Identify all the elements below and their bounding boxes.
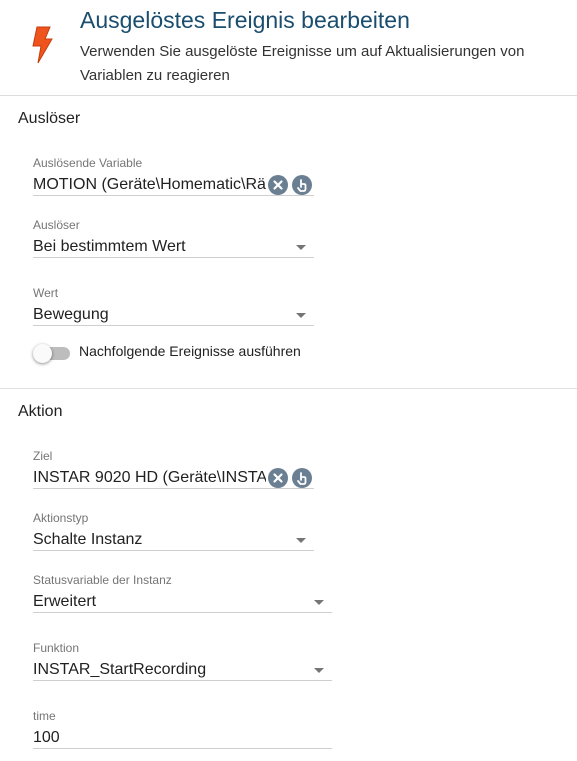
action-type-value: Schalte Instanz bbox=[33, 531, 143, 548]
status-variable-label: Statusvariable der Instanz bbox=[33, 573, 172, 587]
action-type-label: Aktionstyp bbox=[33, 511, 89, 525]
select-variable-icon[interactable] bbox=[292, 175, 312, 195]
dialog-title: Ausgelöstes Ereignis bearbeiten bbox=[80, 7, 410, 33]
lightning-bolt-icon bbox=[28, 25, 56, 65]
function-value-row: INSTAR_StartRecording bbox=[33, 659, 332, 681]
time-value: 100 bbox=[33, 729, 60, 746]
action-section-title: Aktion bbox=[18, 403, 63, 420]
chevron-down-icon bbox=[296, 245, 306, 250]
target-underline bbox=[33, 488, 314, 489]
trigger-value-label: Wert bbox=[33, 286, 59, 300]
target-label: Ziel bbox=[33, 449, 53, 463]
time-label: time bbox=[33, 709, 56, 723]
trigger-variable-value-row: MOTION (Geräte\Homematic\Räume bbox=[33, 174, 314, 196]
chevron-down-icon bbox=[314, 668, 324, 673]
trigger-type-select[interactable]: Auslöser Bei bestimmtem Wert bbox=[33, 218, 314, 258]
function-underline bbox=[33, 680, 332, 681]
chevron-down-icon bbox=[296, 313, 306, 318]
dialog-subtitle: Verwenden Sie ausgelöste Ereignisse um a… bbox=[80, 43, 525, 84]
action-type-select[interactable]: Aktionstyp Schalte Instanz bbox=[33, 511, 314, 551]
target-field[interactable]: Ziel INSTAR 9020 HD (Geräte\INSTAR bbox=[33, 449, 314, 489]
trigger-type-value: Bei bestimmtem Wert bbox=[33, 238, 186, 255]
trigger-type-label: Auslöser bbox=[33, 218, 80, 232]
section-divider bbox=[0, 388, 577, 389]
time-input[interactable]: time 100 bbox=[33, 709, 332, 749]
trigger-type-value-row: Bei bestimmtem Wert bbox=[33, 236, 314, 258]
select-target-icon[interactable] bbox=[292, 468, 312, 488]
trigger-variable-label: Auslösende Variable bbox=[33, 156, 143, 170]
subsequent-events-toggle[interactable] bbox=[33, 344, 73, 363]
trigger-variable-value: MOTION (Geräte\Homematic\Räume bbox=[33, 176, 266, 193]
status-variable-value: Erweitert bbox=[33, 593, 97, 610]
trigger-variable-field[interactable]: Auslösende Variable MOTION (Geräte\Homem… bbox=[33, 156, 314, 196]
trigger-value-underline bbox=[33, 325, 314, 326]
trigger-value-select[interactable]: Wert Bewegung bbox=[33, 286, 314, 326]
dialog-header: Ausgelöstes Ereignis bearbeiten Verwende… bbox=[0, 0, 577, 96]
trigger-value-value: Bewegung bbox=[33, 306, 109, 323]
trigger-type-underline bbox=[33, 257, 314, 258]
chevron-down-icon bbox=[314, 600, 324, 605]
chevron-down-icon bbox=[296, 538, 306, 543]
action-type-value-row: Schalte Instanz bbox=[33, 529, 314, 551]
action-type-underline bbox=[33, 550, 314, 551]
time-underline bbox=[33, 748, 332, 749]
function-value: INSTAR_StartRecording bbox=[33, 661, 207, 678]
time-value-row: 100 bbox=[33, 727, 332, 749]
status-variable-value-row: Erweitert bbox=[33, 591, 332, 613]
trigger-variable-underline bbox=[33, 195, 314, 196]
trigger-section-title: Auslöser bbox=[18, 110, 81, 127]
target-value: INSTAR 9020 HD (Geräte\INSTAR bbox=[33, 469, 266, 486]
clear-variable-icon[interactable] bbox=[268, 175, 288, 195]
function-label: Funktion bbox=[33, 641, 80, 655]
function-select[interactable]: Funktion INSTAR_StartRecording bbox=[33, 641, 332, 681]
target-value-row: INSTAR 9020 HD (Geräte\INSTAR bbox=[33, 467, 314, 489]
status-variable-underline bbox=[33, 612, 332, 613]
subsequent-events-label: Nachfolgende Ereignisse ausführen bbox=[79, 343, 301, 359]
status-variable-select[interactable]: Statusvariable der Instanz Erweitert bbox=[33, 573, 332, 613]
toggle-thumb bbox=[33, 344, 52, 363]
trigger-value-value-row: Bewegung bbox=[33, 304, 314, 326]
clear-target-icon[interactable] bbox=[268, 468, 288, 488]
